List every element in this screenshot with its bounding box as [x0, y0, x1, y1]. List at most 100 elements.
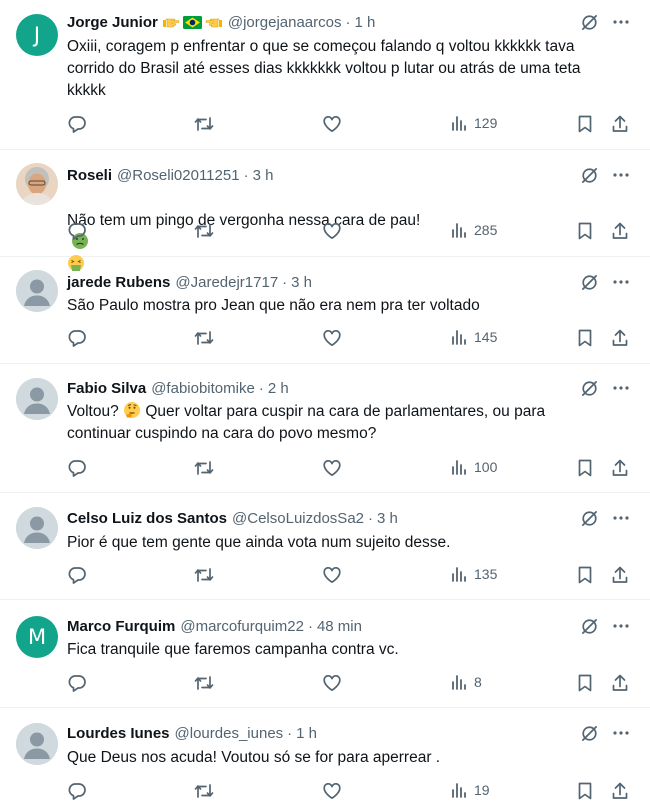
bookmark-button[interactable] — [576, 781, 594, 801]
bookmark-icon — [578, 566, 592, 584]
retweet-button[interactable] — [193, 458, 215, 478]
tweet[interactable]: J Jorge Junior @jorgejanaarcos · 1 h Oxi… — [0, 0, 650, 150]
views-button[interactable]: 100 — [450, 458, 497, 476]
tweet-actions: 135 — [0, 565, 650, 587]
author-name[interactable]: Roseli — [67, 167, 112, 184]
views-icon — [452, 330, 466, 345]
grok-icon[interactable] — [580, 509, 599, 528]
author-name[interactable]: Celso Luiz dos Santos — [67, 510, 227, 527]
tweet-actions: 129 — [0, 114, 650, 136]
retweet-button[interactable] — [193, 673, 215, 693]
timestamp[interactable]: 3 h — [377, 510, 398, 527]
more-icon[interactable] — [612, 166, 630, 184]
views-button[interactable]: 135 — [450, 565, 497, 583]
bookmark-button[interactable] — [576, 458, 594, 478]
views-count: 145 — [474, 329, 498, 345]
author-handle[interactable]: @lourdes_iunes — [175, 725, 284, 742]
views-button[interactable]: 145 — [450, 328, 497, 346]
retweet-button[interactable] — [193, 114, 215, 134]
more-icon[interactable] — [612, 273, 630, 291]
avatar[interactable] — [16, 723, 58, 765]
author-handle[interactable]: @marcofurquim22 — [180, 618, 304, 635]
share-button[interactable] — [610, 114, 630, 134]
avatar[interactable] — [16, 163, 58, 205]
tweet[interactable]: Celso Luiz dos Santos @CelsoLuizdosSa2 ·… — [0, 493, 650, 600]
avatar[interactable] — [16, 378, 58, 420]
like-button[interactable] — [322, 114, 342, 134]
avatar[interactable]: M — [16, 616, 58, 658]
more-icon[interactable] — [612, 509, 630, 527]
timestamp[interactable]: 3 h — [253, 167, 274, 184]
like-button[interactable] — [322, 221, 342, 241]
reply-button[interactable] — [67, 565, 87, 585]
like-button[interactable] — [322, 328, 342, 348]
avatar[interactable]: J — [16, 14, 58, 56]
retweet-button[interactable] — [193, 781, 215, 801]
timestamp[interactable]: 1 h — [354, 14, 375, 31]
grok-icon[interactable] — [580, 13, 599, 32]
author-name[interactable]: Lourdes Iunes — [67, 725, 170, 742]
author-name[interactable]: jarede Rubens — [67, 274, 170, 291]
retweet-button[interactable] — [193, 565, 215, 585]
more-icon[interactable] — [612, 379, 630, 397]
timestamp[interactable]: 1 h — [296, 725, 317, 742]
more-icon[interactable] — [612, 617, 630, 635]
timestamp[interactable]: 48 min — [317, 618, 362, 635]
timestamp[interactable]: 2 h — [268, 380, 289, 397]
share-button[interactable] — [610, 565, 630, 585]
author-handle[interactable]: @jorgejanaarcos — [228, 14, 342, 31]
author-handle[interactable]: @Jaredejr1717 — [175, 274, 278, 291]
share-button[interactable] — [610, 221, 630, 241]
reply-button[interactable] — [67, 114, 87, 134]
bookmark-button[interactable] — [576, 221, 594, 241]
views-button[interactable]: 129 — [450, 114, 497, 132]
grok-icon[interactable] — [580, 379, 599, 398]
like-button[interactable] — [322, 781, 342, 801]
reply-icon — [68, 223, 86, 240]
reply-button[interactable] — [67, 458, 87, 478]
grok-icon[interactable] — [580, 166, 599, 185]
like-button[interactable] — [322, 673, 342, 693]
author-handle[interactable]: @Roseli02011251 — [117, 167, 240, 184]
reply-button[interactable] — [67, 781, 87, 801]
tweet-top-actions — [580, 378, 630, 398]
timestamp[interactable]: 3 h — [291, 274, 312, 291]
retweet-button[interactable] — [193, 221, 215, 241]
reply-button[interactable] — [67, 221, 87, 241]
retweet-button[interactable] — [193, 328, 215, 348]
tweet[interactable]: Fabio Silva @fabiobitomike · 2 h Voltou?… — [0, 364, 650, 493]
author-name[interactable]: Jorge Junior — [67, 14, 158, 31]
author-name[interactable]: Fabio Silva — [67, 380, 146, 397]
more-icon[interactable] — [612, 724, 630, 742]
author-handle[interactable]: @fabiobitomike — [151, 380, 255, 397]
reply-button[interactable] — [67, 673, 87, 693]
avatar[interactable] — [16, 270, 58, 312]
bookmark-button[interactable] — [576, 114, 594, 134]
share-button[interactable] — [610, 328, 630, 348]
grok-icon[interactable] — [580, 617, 599, 636]
author-name[interactable]: Marco Furquim — [67, 618, 175, 635]
tweet[interactable]: Roseli @Roseli02011251 · 3 h Não tem um … — [0, 150, 650, 271]
tweet[interactable]: jarede Rubens @Jaredejr1717 · 3 h São Pa… — [0, 257, 650, 364]
author-handle[interactable]: @CelsoLuizdosSa2 — [232, 510, 364, 527]
bookmark-button[interactable] — [576, 565, 594, 585]
grok-icon[interactable] — [580, 273, 599, 292]
avatar[interactable] — [16, 507, 58, 549]
reply-button[interactable] — [67, 328, 87, 348]
grok-icon[interactable] — [580, 724, 599, 743]
retweet-icon — [194, 676, 214, 690]
views-button[interactable]: 8 — [450, 673, 482, 691]
views-button[interactable]: 19 — [450, 781, 490, 799]
bookmark-button[interactable] — [576, 673, 594, 693]
share-button[interactable] — [610, 458, 630, 478]
views-button[interactable]: 285 — [450, 221, 497, 239]
share-button[interactable] — [610, 673, 630, 693]
bookmark-button[interactable] — [576, 328, 594, 348]
tweet-text: Que Deus nos acuda! Voutou só se for par… — [67, 749, 441, 766]
more-icon[interactable] — [612, 13, 630, 31]
tweet[interactable]: Lourdes Iunes @lourdes_iunes · 1 h Que D… — [0, 708, 650, 810]
like-button[interactable] — [322, 458, 342, 478]
like-button[interactable] — [322, 565, 342, 585]
share-button[interactable] — [610, 781, 630, 801]
tweet[interactable]: M Marco Furquim @marcofurquim22 · 48 min… — [0, 600, 650, 708]
